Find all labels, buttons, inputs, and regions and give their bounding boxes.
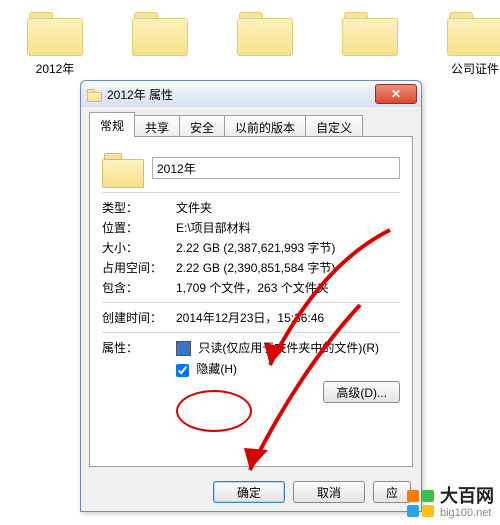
divider [102, 332, 400, 333]
folder-icon [445, 6, 500, 56]
value-size-on-disk: 2.22 GB (2,390,851,584 字节) [176, 259, 400, 276]
folder-label [260, 65, 270, 69]
divider [102, 192, 400, 193]
label-size: 大小： [102, 239, 176, 256]
desktop-folder[interactable] [115, 6, 205, 72]
dialog-button-row: 确定 取消 应 [81, 481, 421, 503]
tab-general[interactable]: 常规 [89, 112, 135, 137]
folder-icon [130, 6, 190, 56]
value-size: 2.22 GB (2,387,621,993 字节) [176, 239, 400, 256]
watermark-logo-icon [407, 490, 434, 517]
value-location: E:\项目部材料 [176, 219, 400, 236]
watermark-name: 大百网 [440, 487, 494, 507]
advanced-button[interactable]: 高级(D)... [323, 381, 400, 403]
hidden-checkbox[interactable] [176, 364, 189, 377]
ok-button[interactable]: 确定 [213, 481, 285, 503]
apply-button[interactable]: 应 [373, 481, 411, 503]
value-type: 文件夹 [176, 199, 400, 216]
value-created: 2014年12月23日，15:36:46 [176, 309, 400, 326]
value-contains: 1,709 个文件，263 个文件夹 [176, 279, 400, 296]
folder-icon [340, 6, 400, 56]
label-attributes: 属性： [102, 339, 176, 356]
divider [102, 302, 400, 303]
folder-label [155, 65, 165, 69]
folder-name-input[interactable] [152, 157, 400, 179]
label-type: 类型： [102, 199, 176, 216]
folder-label: 公司证件 [446, 58, 500, 79]
label-contains: 包含： [102, 279, 176, 296]
folder-label [365, 65, 375, 69]
folder-icon [235, 6, 295, 56]
readonly-label: 只读(仅应用于文件夹中的文件)(R) [198, 341, 379, 355]
desktop-folder[interactable] [220, 6, 310, 72]
close-button[interactable]: ✕ [375, 84, 417, 104]
window-title: 2012年 属性 [107, 86, 375, 103]
titlebar[interactable]: 2012年 属性 ✕ [81, 81, 421, 107]
desktop-folder[interactable]: 2012年 [10, 6, 100, 79]
tab-sharing[interactable]: 共享 [134, 115, 180, 138]
tab-security[interactable]: 安全 [179, 115, 225, 138]
folder-label: 2012年 [31, 58, 80, 79]
label-created: 创建时间： [102, 309, 176, 326]
desktop-folder[interactable]: 公司证件 [430, 6, 500, 79]
cancel-button[interactable]: 取消 [293, 481, 365, 503]
folder-icon [102, 150, 144, 186]
desktop-folder[interactable] [325, 6, 415, 72]
watermark-url: big100.net [440, 507, 494, 519]
label-size-on-disk: 占用空间： [102, 259, 176, 276]
hidden-label: 隐藏(H) [196, 362, 237, 376]
tab-customize[interactable]: 自定义 [305, 115, 363, 138]
watermark: 大百网 big100.net [407, 487, 494, 519]
tab-panel-general: 类型：文件夹 位置：E:\项目部材料 大小：2.22 GB (2,387,621… [89, 136, 413, 467]
tab-previous-versions[interactable]: 以前的版本 [224, 115, 306, 138]
properties-dialog: 2012年 属性 ✕ 常规 共享 安全 以前的版本 自定义 类型：文件夹 位置：… [80, 80, 422, 512]
folder-icon [25, 6, 85, 56]
readonly-checkbox[interactable] [176, 341, 191, 356]
close-icon: ✕ [391, 88, 401, 100]
label-location: 位置： [102, 219, 176, 236]
tab-strip: 常规 共享 安全 以前的版本 自定义 [89, 115, 413, 137]
folder-icon [87, 88, 101, 100]
